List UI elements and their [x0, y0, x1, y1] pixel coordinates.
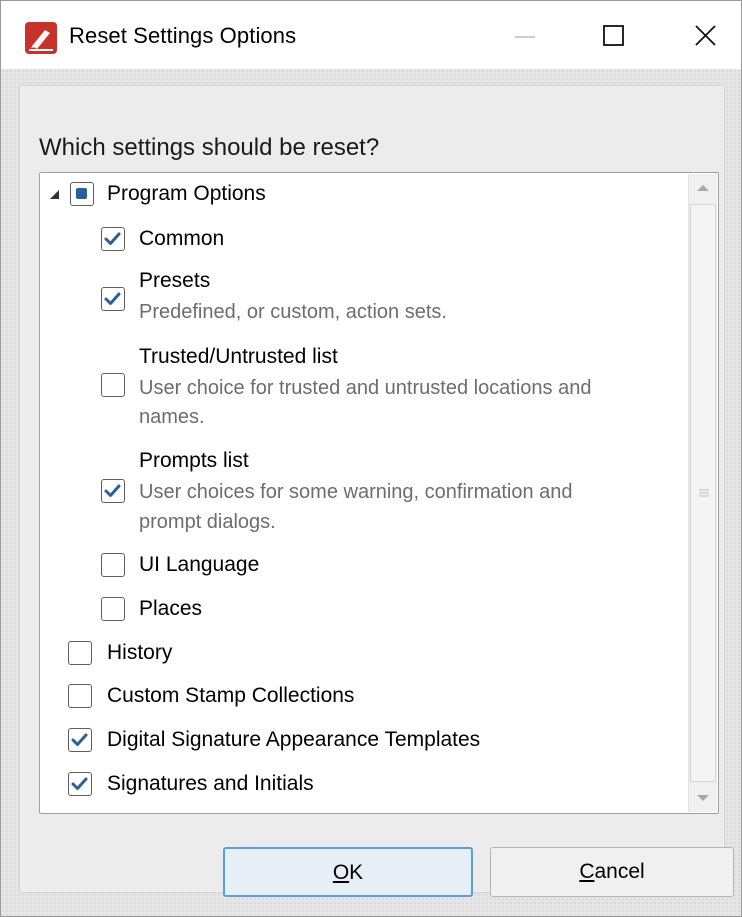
checkmark-icon	[71, 777, 88, 790]
ok-button[interactable]: OK	[223, 847, 473, 897]
checkbox-prompts-list[interactable]	[101, 479, 125, 503]
tree-label-presets: Presets	[139, 269, 211, 292]
app-pdf-icon	[25, 22, 57, 54]
checkbox-program-options[interactable]	[70, 182, 94, 206]
tree-label-trusted-untrusted: Trusted/Untrusted list	[139, 345, 338, 368]
tree-label-history: History	[107, 641, 173, 664]
ok-label-rest: K	[349, 861, 364, 884]
checkbox-common[interactable]	[101, 227, 125, 251]
minimize-icon	[515, 36, 535, 38]
tree-scrollbar[interactable]	[688, 174, 717, 812]
tree-desc-trusted-line2: names.	[139, 406, 205, 428]
chevron-up-icon	[697, 185, 709, 191]
checkbox-trusted-untrusted[interactable]	[101, 373, 125, 397]
checkbox-presets[interactable]	[101, 287, 125, 311]
checkbox-custom-stamp-collections[interactable]	[68, 684, 92, 708]
checkbox-digital-signature-templates[interactable]	[68, 728, 92, 752]
settings-panel: Which settings should be reset? Program …	[19, 85, 725, 893]
reset-settings-dialog: Reset Settings Options Which settings sh…	[0, 0, 742, 917]
question-label: Which settings should be reset?	[39, 134, 380, 161]
tree-label-prompts-list: Prompts list	[139, 449, 249, 472]
checkbox-places[interactable]	[101, 597, 125, 621]
tree-desc-presets: Predefined, or custom, action sets.	[139, 301, 447, 323]
tree-label-places: Places	[139, 597, 203, 620]
checkmark-icon	[104, 484, 121, 497]
tree-label-ui-language: UI Language	[139, 553, 260, 576]
cancel-button[interactable]: Cancel	[490, 847, 734, 897]
checkbox-signatures-initials[interactable]	[68, 772, 92, 796]
scroll-down-button[interactable]	[689, 784, 717, 812]
tree-label-program-options: Program Options	[107, 182, 266, 205]
tree-desc-prompts-line1: User choices for some warning, confirmat…	[139, 481, 573, 503]
tree-label-common: Common	[139, 227, 225, 250]
close-icon	[695, 25, 716, 46]
maximize-button[interactable]	[571, 1, 655, 69]
minimize-button[interactable]	[487, 1, 571, 69]
scroll-up-button[interactable]	[689, 174, 717, 202]
checkbox-ui-language[interactable]	[101, 553, 125, 577]
grip-icon	[699, 489, 709, 497]
tree-label-custom-stamp-collections: Custom Stamp Collections	[107, 684, 355, 707]
tree-label-digital-signature-templates: Digital Signature Appearance Templates	[107, 728, 481, 751]
title-bar[interactable]: Reset Settings Options	[1, 1, 741, 69]
tree-label-signatures-initials: Signatures and Initials	[107, 772, 314, 795]
checkmark-icon	[104, 292, 121, 305]
tree-desc-trusted-line1: User choice for trusted and untrusted lo…	[139, 377, 592, 399]
checkmark-icon	[104, 232, 121, 245]
window-title: Reset Settings Options	[69, 23, 297, 48]
settings-tree[interactable]: Program Options Common Presets Predefine…	[39, 172, 719, 814]
maximize-icon	[603, 25, 624, 46]
cancel-label-rest: ancel	[594, 860, 645, 883]
ok-accelerator: O	[332, 861, 350, 884]
chevron-down-icon	[697, 795, 709, 801]
tree-desc-prompts-line2: prompt dialogs.	[139, 511, 276, 533]
cancel-accelerator: C	[579, 860, 595, 883]
checkmark-icon	[71, 733, 88, 746]
close-button[interactable]	[655, 1, 739, 69]
triangle-expanded-icon[interactable]	[48, 188, 62, 202]
checkbox-history[interactable]	[68, 641, 92, 665]
dialog-client-area: Which settings should be reset? Program …	[1, 69, 741, 916]
scrollbar-thumb[interactable]	[690, 204, 716, 782]
